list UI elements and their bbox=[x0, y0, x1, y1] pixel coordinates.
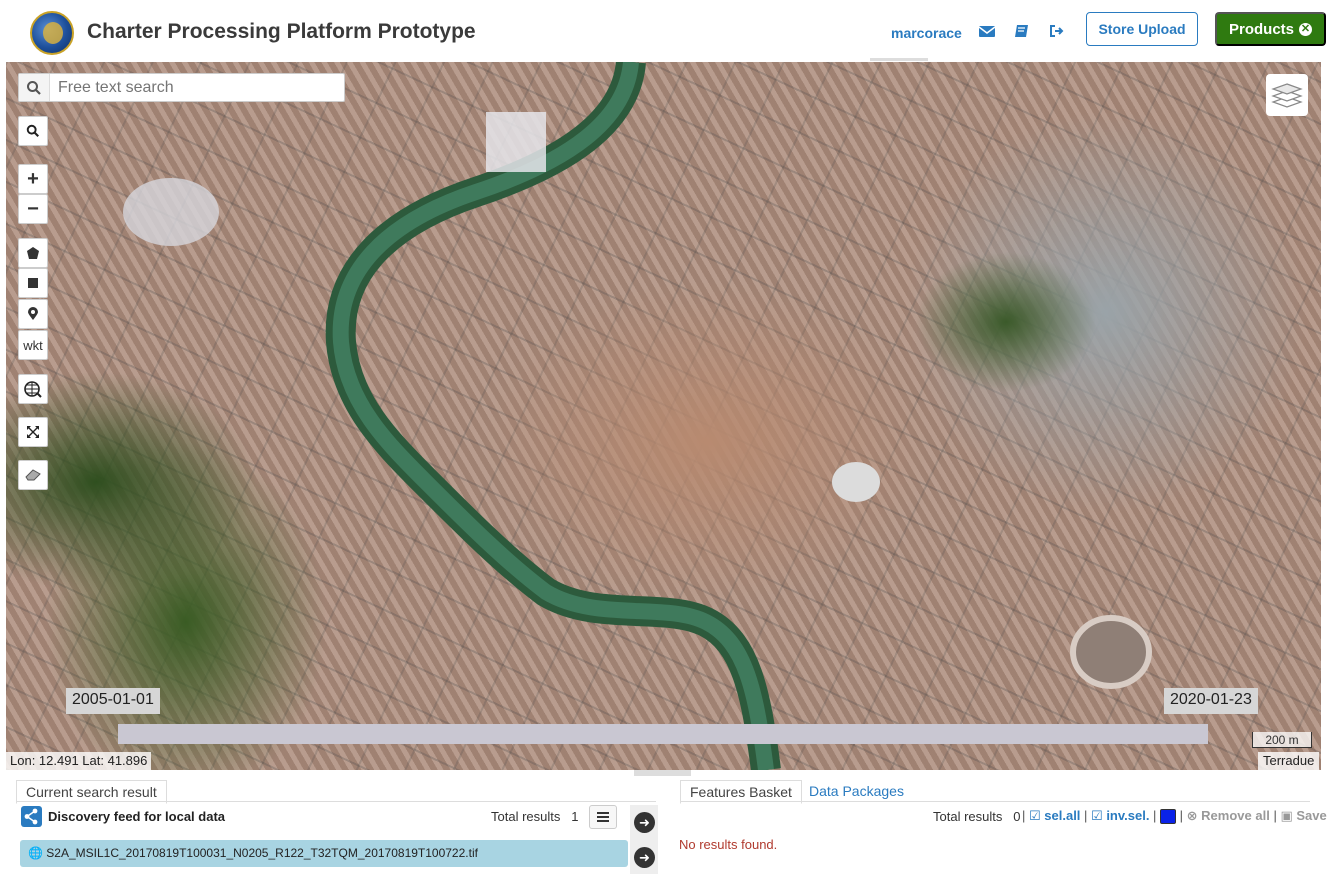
search-icon bbox=[26, 124, 39, 137]
eraser-button[interactable] bbox=[18, 460, 48, 490]
map-attribution: Terradue bbox=[1258, 752, 1320, 770]
no-results-message: No results found. bbox=[679, 837, 778, 852]
envelope-icon[interactable] bbox=[978, 22, 998, 42]
select-all-label: sel.all bbox=[1044, 808, 1081, 823]
arrow-right-icon[interactable]: ➜ bbox=[634, 812, 655, 833]
panel-resize-handle[interactable] bbox=[634, 770, 691, 776]
invert-selection-button[interactable]: ☑ inv.sel. bbox=[1091, 808, 1149, 823]
products-button-label: Products bbox=[1228, 20, 1294, 38]
products-button[interactable]: Products ✕ bbox=[1215, 12, 1326, 46]
zoom-out-button[interactable]: − bbox=[18, 194, 48, 224]
result-list-item[interactable]: 🌐 S2A_MSIL1C_20170819T100031_N0205_R122_… bbox=[20, 840, 628, 867]
wkt-button[interactable]: wkt bbox=[18, 330, 48, 360]
tab-divider bbox=[16, 801, 656, 802]
user-menu-link[interactable]: marcorace bbox=[891, 25, 962, 41]
polygon-icon bbox=[27, 247, 39, 259]
eraser-icon bbox=[25, 469, 41, 481]
draw-rectangle-button[interactable] bbox=[18, 268, 48, 298]
close-circle-icon: ✕ bbox=[1299, 22, 1312, 36]
layers-icon bbox=[1271, 83, 1303, 108]
tab-divider bbox=[680, 801, 1310, 802]
store-upload-button[interactable]: Store Upload bbox=[1086, 12, 1198, 46]
arrow-circle-right-icon[interactable]: ➜ bbox=[634, 847, 655, 868]
basket-total: Total results 0 bbox=[933, 809, 1020, 824]
cursor-coordinates: Lon: 12.491 Lat: 41.896 bbox=[6, 752, 152, 770]
share-icon[interactable] bbox=[21, 806, 42, 827]
fullscreen-button[interactable] bbox=[18, 417, 48, 447]
book-icon[interactable] bbox=[1013, 22, 1033, 42]
basket-total-label: Total results bbox=[933, 809, 1003, 824]
search-icon bbox=[19, 74, 50, 101]
result-item-label: S2A_MSIL1C_20170819T100031_N0205_R122_T3… bbox=[46, 846, 478, 860]
river-overlay bbox=[123, 62, 1152, 770]
square-icon bbox=[28, 278, 38, 288]
basket-color-picker[interactable] bbox=[1160, 809, 1177, 825]
globe-search-icon bbox=[24, 381, 42, 398]
list-view-button[interactable] bbox=[589, 805, 617, 829]
draw-point-button[interactable] bbox=[18, 299, 48, 329]
app-header: Charter Processing Platform Prototype ma… bbox=[0, 0, 1331, 62]
map-marker-icon bbox=[28, 307, 38, 320]
results-total: Total results 1 bbox=[491, 809, 578, 824]
results-total-value: 1 bbox=[571, 809, 579, 824]
expand-icon bbox=[27, 426, 39, 438]
draw-polygon-button[interactable] bbox=[18, 238, 48, 268]
scale-bar: 200 m bbox=[1252, 732, 1312, 748]
free-text-search[interactable] bbox=[18, 73, 345, 102]
tab-data-packages[interactable]: Data Packages bbox=[800, 780, 913, 802]
layers-button[interactable] bbox=[1266, 74, 1308, 116]
select-all-button[interactable]: ☑ sel.all bbox=[1029, 808, 1080, 823]
save-button[interactable]: ▣ Save bbox=[1280, 808, 1326, 823]
time-slider-start-label: 2005-01-01 bbox=[66, 688, 160, 714]
remove-all-label: Remove all bbox=[1201, 808, 1270, 823]
results-total-label: Total results bbox=[491, 809, 561, 824]
app-title: Charter Processing Platform Prototype bbox=[87, 20, 476, 43]
feed-title: Discovery feed for local data bbox=[48, 809, 226, 824]
active-nav-indicator bbox=[870, 58, 928, 61]
globe-search-button[interactable] bbox=[18, 374, 48, 404]
list-icon bbox=[597, 812, 609, 822]
time-slider-track[interactable] bbox=[118, 724, 1208, 744]
zoom-in-button[interactable]: + bbox=[18, 164, 48, 194]
remove-all-button[interactable]: ⊗ Remove all bbox=[1187, 808, 1270, 823]
search-input[interactable] bbox=[50, 78, 340, 97]
app-logo bbox=[30, 11, 74, 55]
sign-out-icon[interactable] bbox=[1047, 22, 1067, 42]
globe-icon: 🌐 bbox=[28, 846, 43, 860]
basket-total-value: 0 bbox=[1013, 809, 1021, 824]
save-label: Save bbox=[1296, 808, 1327, 823]
time-slider-end-label: 2020-01-23 bbox=[1164, 688, 1258, 714]
map-viewport[interactable] bbox=[6, 62, 1321, 770]
invert-selection-label: inv.sel. bbox=[1106, 808, 1150, 823]
basket-actions: | ☑ sel.all | ☑ inv.sel. | | ⊗ Remove al… bbox=[1022, 808, 1327, 825]
search-tool-button[interactable] bbox=[18, 116, 48, 146]
